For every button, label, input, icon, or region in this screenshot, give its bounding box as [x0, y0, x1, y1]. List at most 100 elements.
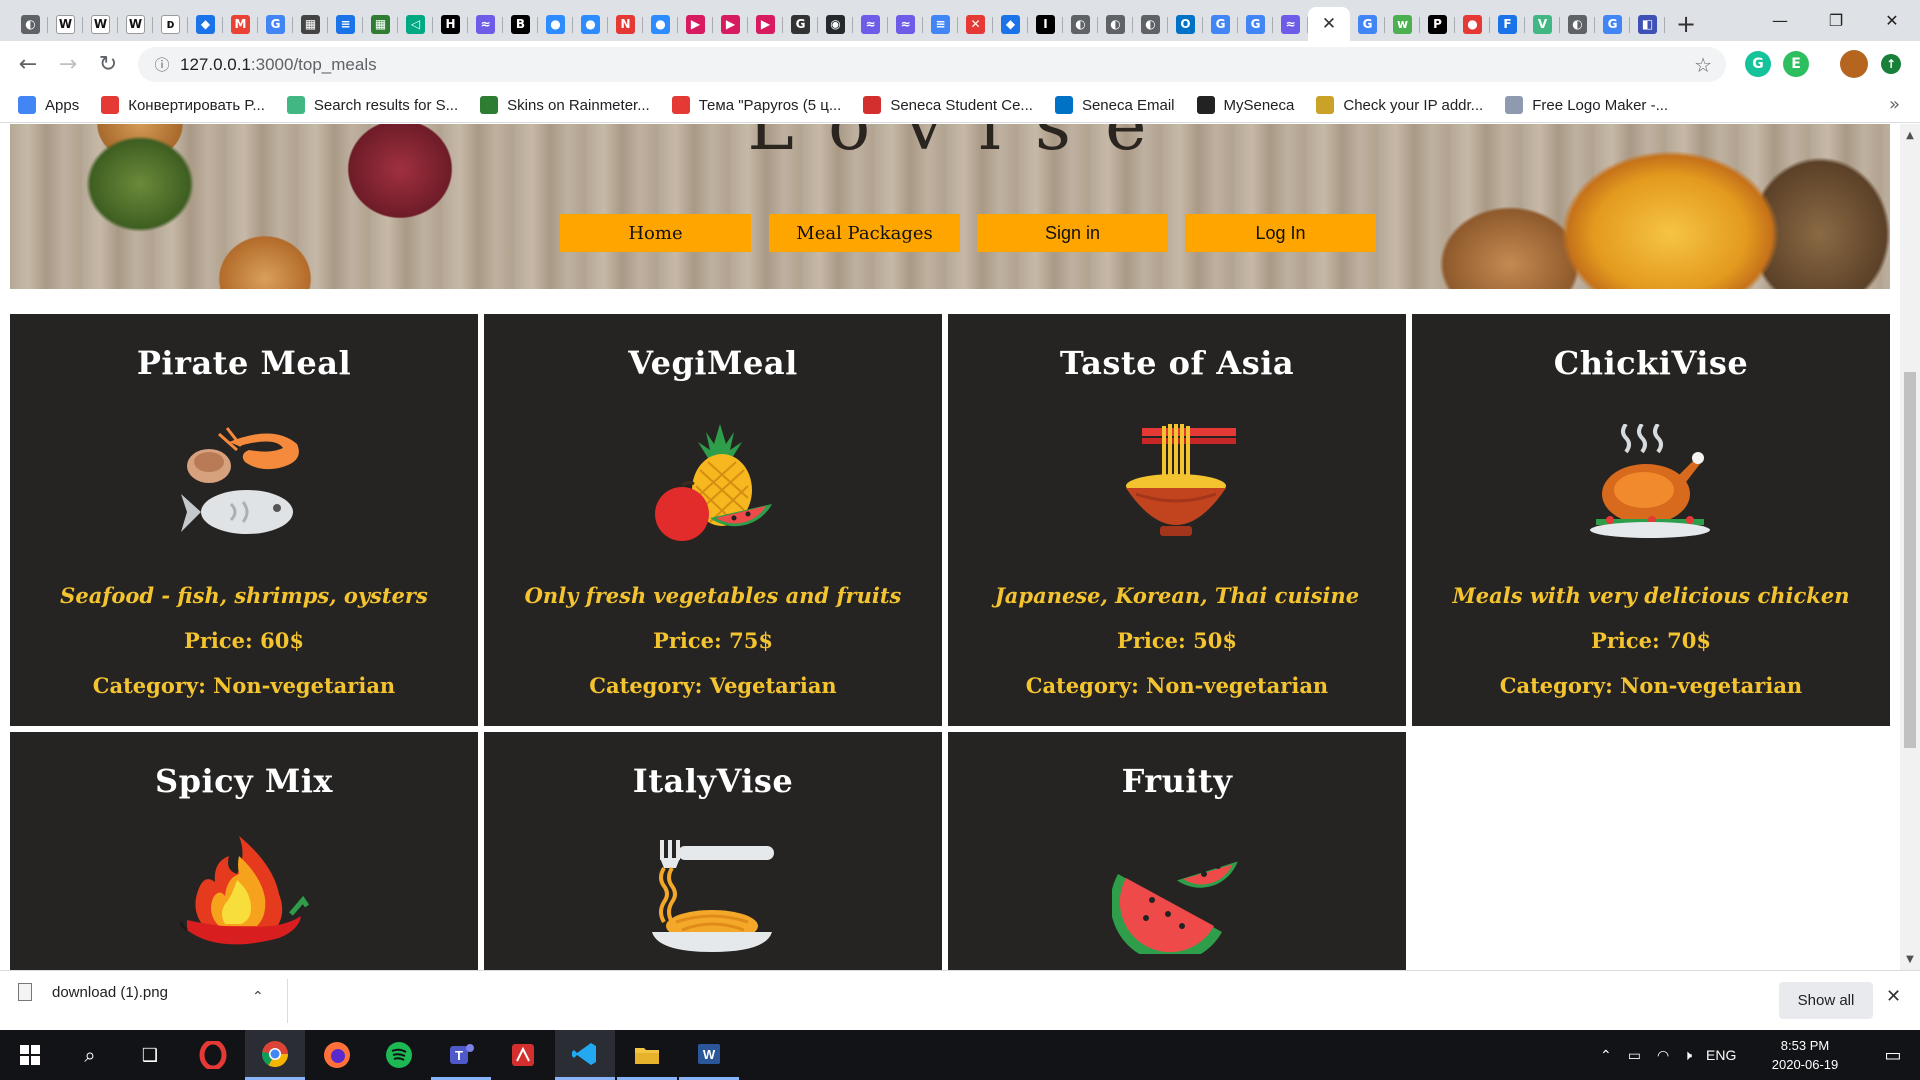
acrobat-taskbar-icon[interactable] — [493, 1030, 553, 1080]
firefox-taskbar-icon[interactable] — [307, 1030, 367, 1080]
download-item[interactable]: download (1).png — [18, 983, 168, 1001]
browser-tab[interactable]: ≈ — [853, 7, 888, 41]
browser-tab[interactable]: W — [48, 7, 83, 41]
meal-card-fruity[interactable]: Fruity — [948, 732, 1406, 970]
bookmark-item[interactable]: Конвертировать P... — [101, 96, 265, 114]
back-button[interactable]: ← — [8, 45, 48, 85]
bookmark-item[interactable]: Search results for S... — [286, 96, 458, 114]
browser-tab[interactable]: B — [503, 7, 538, 41]
file-explorer-taskbar-icon[interactable] — [617, 1030, 677, 1080]
nav-home-button[interactable]: Home — [560, 214, 751, 252]
active-tab[interactable]: ✕ — [1308, 7, 1350, 41]
browser-tab[interactable]: w — [1385, 7, 1420, 41]
page-scrollbar[interactable]: ▲ ▼ — [1900, 124, 1920, 970]
browser-tab[interactable]: ≡ — [328, 7, 363, 41]
notifications-button[interactable]: ▭ — [1866, 1030, 1920, 1080]
browser-tab[interactable]: ◐ — [1560, 7, 1595, 41]
spotify-taskbar-icon[interactable] — [369, 1030, 429, 1080]
profile-avatar[interactable] — [1840, 50, 1868, 78]
browser-tab[interactable]: W — [118, 7, 153, 41]
bookmark-item[interactable]: Seneca Student Ce... — [863, 96, 1033, 114]
browser-tab[interactable]: G — [783, 7, 818, 41]
close-shelf-icon[interactable]: ✕ — [1886, 986, 1901, 1007]
browser-tab[interactable]: ▶ — [713, 7, 748, 41]
browser-tab[interactable]: ◉ — [818, 7, 853, 41]
browser-tab[interactable]: ≈ — [1273, 7, 1308, 41]
show-all-button[interactable]: Show all — [1779, 982, 1873, 1019]
browser-tab[interactable]: G — [1595, 7, 1630, 41]
browser-tab[interactable]: ᴅ — [153, 7, 188, 41]
forward-button[interactable]: → — [48, 45, 88, 85]
browser-tab[interactable]: G — [1350, 7, 1385, 41]
wifi-icon[interactable]: ◠ — [1657, 1047, 1669, 1064]
browser-tab[interactable]: I — [1028, 7, 1063, 41]
teams-taskbar-icon[interactable]: T — [431, 1030, 491, 1080]
meal-card-spicy-mix[interactable]: Spicy Mix — [10, 732, 478, 970]
browser-tab[interactable]: ◧ — [1630, 7, 1665, 41]
browser-tab[interactable]: ● — [1455, 7, 1490, 41]
browser-tab[interactable]: O — [1168, 7, 1203, 41]
bookmark-star-icon[interactable]: ☆ — [1694, 53, 1712, 77]
browser-tab[interactable]: N — [608, 7, 643, 41]
nav-sign-in-button[interactable]: Sign in — [977, 214, 1168, 252]
evernote-icon[interactable]: E — [1783, 51, 1809, 77]
bookmark-item[interactable]: MySeneca — [1196, 96, 1294, 114]
browser-tab[interactable]: M — [223, 7, 258, 41]
search-button[interactable]: ⌕ — [60, 1030, 120, 1080]
meal-card-italyvise[interactable]: ItalyVise — [484, 732, 942, 970]
browser-tab[interactable]: ◆ — [188, 7, 223, 41]
meal-card-taste-of-asia[interactable]: Taste of Asia Japanese, Korean, Thai cui… — [948, 314, 1406, 726]
browser-tab[interactable]: ≈ — [468, 7, 503, 41]
restore-button[interactable]: ❐ — [1808, 0, 1864, 40]
battery-icon[interactable]: ▭ — [1628, 1047, 1641, 1064]
browser-tab[interactable]: ▶ — [678, 7, 713, 41]
bookmark-item[interactable]: Тема "Papyros (5 ц... — [671, 96, 841, 114]
browser-tab[interactable]: ▦ — [363, 7, 398, 41]
browser-tab[interactable]: ◐ — [1133, 7, 1168, 41]
browser-tab[interactable]: ● — [538, 7, 573, 41]
minimize-button[interactable]: — — [1752, 0, 1808, 40]
meal-card-vegimeal[interactable]: VegiMeal Only fresh vegetables and fruit… — [484, 314, 942, 726]
bookmark-item[interactable]: Seneca Email — [1054, 96, 1175, 114]
bookmark-item[interactable]: Skins on Rainmeter... — [480, 96, 650, 114]
bookmark-item[interactable]: Free Logo Maker -... — [1505, 96, 1668, 114]
address-bar[interactable]: ⓘ 127.0.0.1:3000/top_meals ☆ — [138, 47, 1726, 82]
info-icon[interactable]: ⓘ — [144, 54, 180, 75]
browser-tab[interactable]: ● — [643, 7, 678, 41]
browser-tab[interactable]: G — [1238, 7, 1273, 41]
bookmark-item[interactable]: Check your IP addr... — [1316, 96, 1483, 114]
opera-taskbar-icon[interactable] — [183, 1030, 243, 1080]
volume-muted-icon[interactable]: 🕨 — [1683, 1047, 1692, 1064]
word-taskbar-icon[interactable]: W — [679, 1030, 739, 1080]
bookmark-item[interactable]: Apps — [18, 96, 79, 114]
bookmarks-overflow-button[interactable]: » — [1889, 94, 1900, 115]
chevron-up-icon[interactable]: ⌃ — [252, 989, 264, 1005]
browser-tab[interactable]: F — [1490, 7, 1525, 41]
chrome-taskbar-icon[interactable] — [245, 1030, 305, 1080]
meal-card-chickivise[interactable]: ChickiVise Meals with very delicious chi… — [1412, 314, 1890, 726]
start-button[interactable] — [0, 1030, 60, 1080]
browser-tab[interactable]: H — [433, 7, 468, 41]
browser-tab[interactable]: ≈ — [888, 7, 923, 41]
new-tab-button[interactable]: + — [1669, 7, 1703, 41]
language-indicator[interactable]: ENG — [1706, 1047, 1736, 1063]
browser-tab[interactable]: G — [1203, 7, 1238, 41]
browser-tab[interactable]: ◁ — [398, 7, 433, 41]
scroll-down-icon[interactable]: ▼ — [1900, 954, 1920, 965]
browser-tab[interactable]: P — [1420, 7, 1455, 41]
browser-tab[interactable]: G — [258, 7, 293, 41]
nav-log-in-button[interactable]: Log In — [1185, 214, 1376, 252]
browser-tab[interactable]: ◐ — [1063, 7, 1098, 41]
browser-tab[interactable]: ≡ — [923, 7, 958, 41]
nav-meal-packages-button[interactable]: Meal Packages — [769, 214, 960, 252]
vscode-taskbar-icon[interactable] — [555, 1030, 615, 1080]
browser-tab[interactable]: ◐ — [13, 7, 48, 41]
scroll-up-icon[interactable]: ▲ — [1900, 130, 1920, 141]
browser-tab[interactable]: ▶ — [748, 7, 783, 41]
close-tab-icon[interactable]: ✕ — [1322, 14, 1336, 34]
browser-tab[interactable]: ◐ — [1098, 7, 1133, 41]
update-icon[interactable]: ↑ — [1881, 54, 1901, 74]
browser-tab[interactable]: ▦ — [293, 7, 328, 41]
browser-tab[interactable]: ● — [573, 7, 608, 41]
clock[interactable]: 8:53 PM 2020-06-19 — [1760, 1036, 1850, 1074]
